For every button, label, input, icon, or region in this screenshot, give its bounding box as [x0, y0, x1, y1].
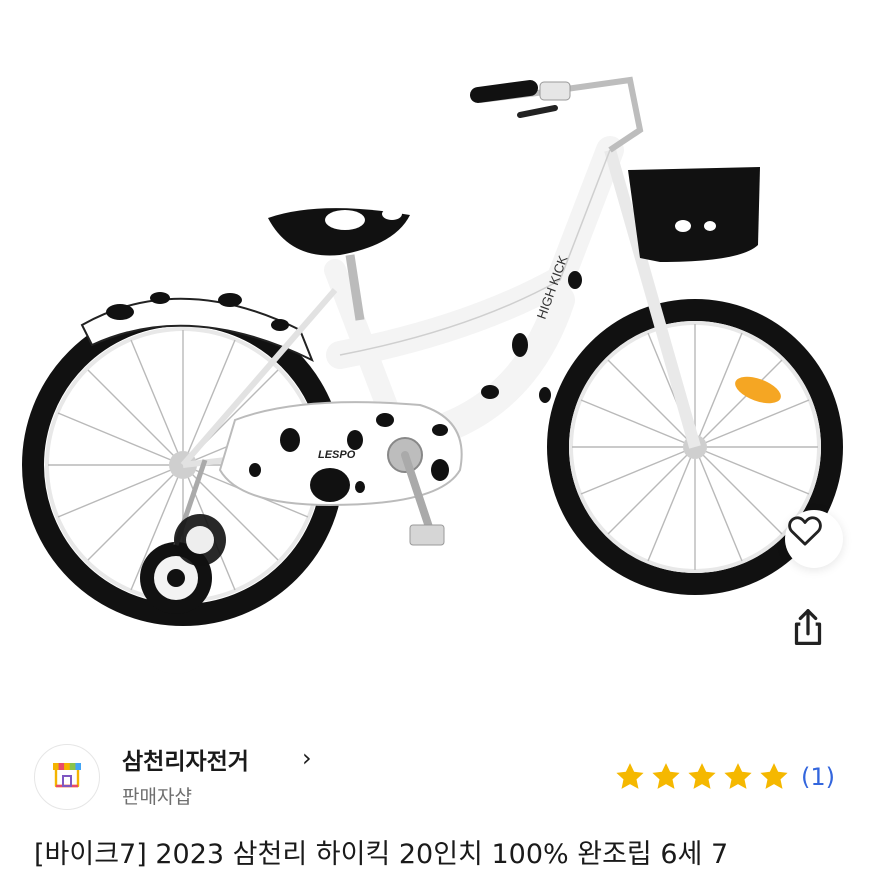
- rating[interactable]: (1): [613, 760, 835, 794]
- star-icon: [652, 763, 680, 789]
- star-icon: [688, 763, 716, 789]
- star-icon: [724, 763, 752, 789]
- bicycle-illustration: LESPO HIGH KICK: [22, 76, 843, 626]
- share-button[interactable]: [785, 605, 843, 663]
- front-basket: [628, 167, 760, 262]
- seller-type-label: 판매자샵: [122, 786, 192, 808]
- product-title: [바이크7] 2023 삼천리 하이킥 20인치 100% 완조립 6세 7: [34, 839, 729, 870]
- product-image[interactable]: LESPO HIGH KICK: [0, 0, 881, 715]
- seller-row[interactable]: 삼천리자전거 › 판매자샵 (1): [34, 740, 849, 818]
- chain-guard: LESPO: [218, 401, 463, 507]
- seller-name[interactable]: 삼천리자전거: [122, 742, 249, 776]
- storefront-icon: [47, 755, 87, 799]
- star-icon: [616, 763, 644, 789]
- chevron-right-icon[interactable]: ›: [302, 744, 312, 772]
- review-count[interactable]: (1): [801, 763, 835, 791]
- star-icon: [760, 763, 788, 789]
- seller-avatar[interactable]: [34, 744, 100, 810]
- like-button[interactable]: [785, 510, 843, 568]
- brand-decal: LESPO: [318, 449, 356, 461]
